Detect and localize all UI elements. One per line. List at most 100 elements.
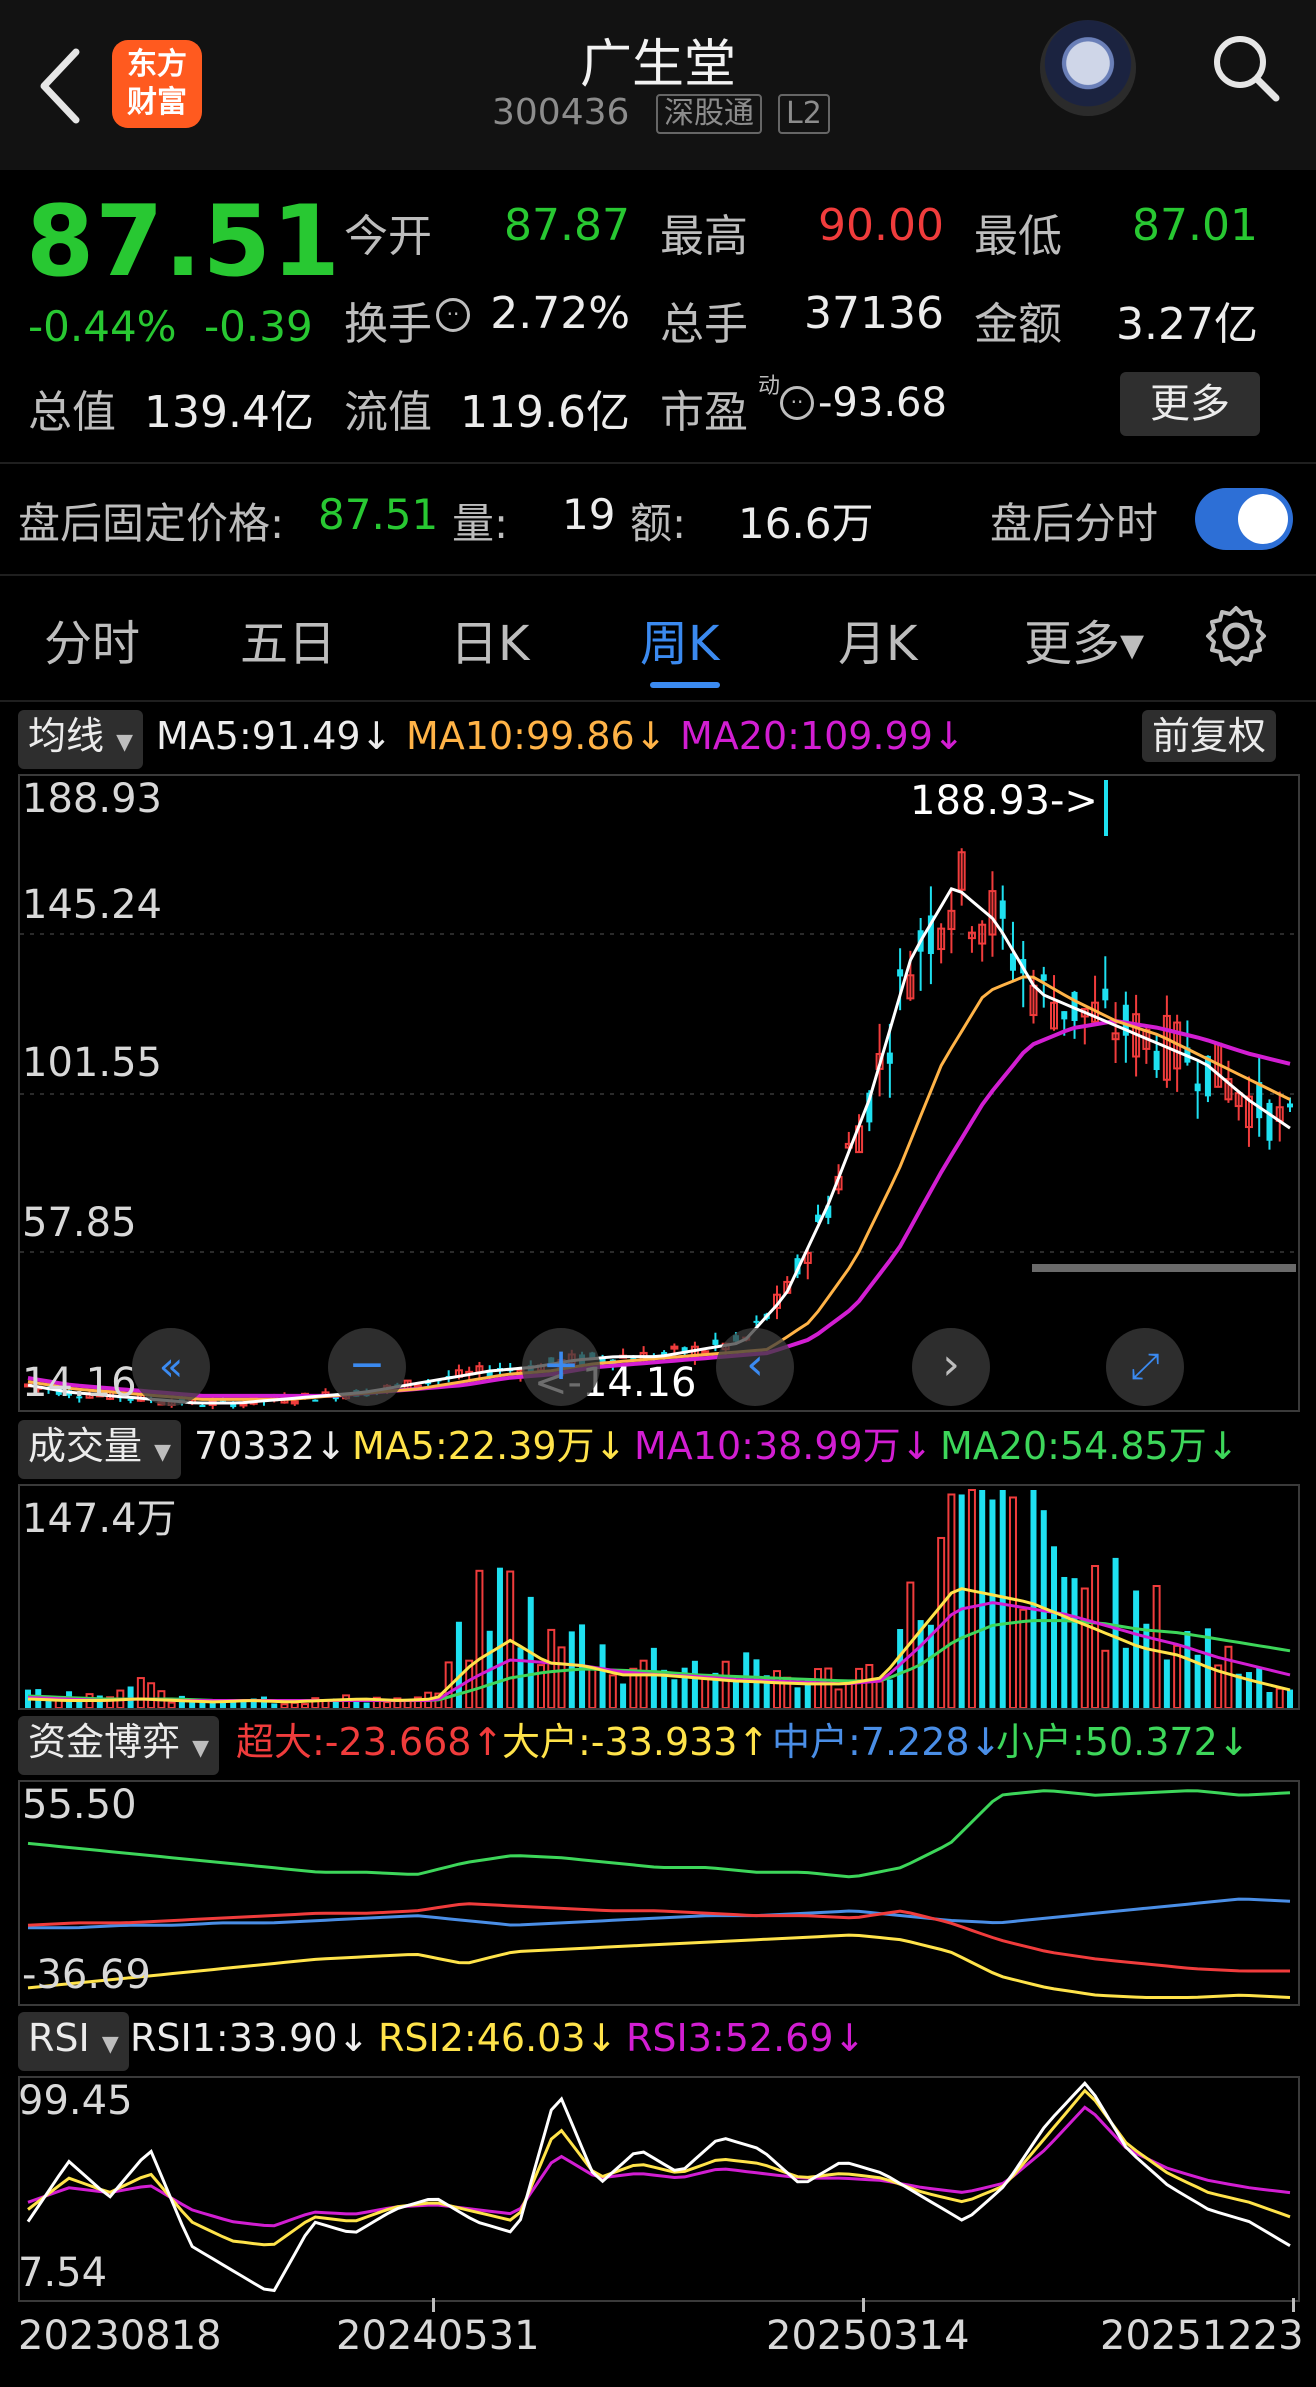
info-icon[interactable]: ·· (436, 298, 470, 332)
amount-value: 3.27亿 (1116, 299, 1258, 350)
tab-monthly-k[interactable]: 月K (838, 604, 917, 674)
fullscreen-icon[interactable]: ⤢ (1106, 1328, 1184, 1406)
candle-body (1287, 1103, 1293, 1108)
zoom-in-icon[interactable]: + (522, 1328, 600, 1406)
date-tick (432, 2298, 435, 2312)
candle-body (290, 1400, 299, 1405)
float-value: 119.6亿 (460, 387, 630, 438)
volume-ma5: MA5:22.39万↓ (352, 1424, 627, 1468)
date-tick (862, 2298, 865, 2312)
adjust-button[interactable]: 前复权 (1142, 710, 1277, 762)
volume-axis-top: 147.4万 (22, 1496, 177, 1542)
tab-more[interactable]: 更多▾ (1024, 604, 1144, 674)
volume-bar (814, 1668, 823, 1708)
scroll-left-icon[interactable]: ‹ (716, 1328, 794, 1406)
candle-body (670, 1345, 679, 1350)
volume-bar (967, 1489, 976, 1708)
rsi-axis-bottom: 7.54 (18, 2250, 108, 2296)
rsi-selector-button[interactable]: RSI ▼ (18, 2012, 129, 2071)
gear-icon[interactable] (1204, 604, 1268, 668)
rsi2-value: RSI2:46.03↓ (378, 2016, 618, 2060)
volume-bar (732, 1680, 739, 1708)
ma10-line (27, 975, 1291, 1401)
after-hours-vol: 19 (562, 490, 616, 539)
fund-mid-line (28, 1897, 1291, 1930)
search-icon[interactable] (1210, 32, 1282, 104)
price-axis-top: 188.93 (22, 776, 162, 822)
stock-code: 300436 (492, 92, 630, 133)
chevron-down-icon: ▼ (116, 730, 134, 755)
price-axis-4: 57.85 (22, 1200, 137, 1246)
tag-l2: L2 (778, 94, 830, 134)
change-amount: -0.39 (204, 302, 313, 351)
volume-bar (691, 1660, 698, 1708)
volume-bar (824, 1667, 833, 1708)
tab-five-day[interactable]: 五日 (240, 604, 336, 674)
volume-bar (1266, 1691, 1273, 1708)
volume-bar (1061, 1576, 1068, 1708)
open-value: 87.87 (504, 200, 630, 251)
tab-intraday[interactable]: 分时 (44, 604, 140, 674)
pe-dynamic-mark: 动 (758, 374, 781, 399)
high-label: 最高 (660, 211, 748, 262)
volume-bar (865, 1663, 874, 1708)
total-value: 139.4亿 (144, 387, 314, 438)
kline-chart[interactable] (18, 774, 1300, 1412)
rsi-chart[interactable] (18, 2076, 1300, 2302)
volume-bar (1030, 1490, 1037, 1708)
volume-bar (1122, 1647, 1129, 1708)
tab-weekly-k[interactable]: 周K (640, 604, 719, 674)
ma-selector-button[interactable]: 均线 ▼ (18, 710, 144, 769)
fund-chart[interactable] (18, 1780, 1300, 2006)
volume-selector-button[interactable]: 成交量 ▼ (18, 1420, 182, 1479)
ma10-value: MA10:99.86↓ (406, 714, 667, 758)
volume-bar (721, 1660, 730, 1708)
ma20-line (27, 1018, 1291, 1398)
volume-bar (167, 1701, 176, 1708)
scroll-right-icon[interactable]: › (912, 1328, 990, 1406)
candle-body (753, 1320, 760, 1323)
volume-bar (834, 1688, 843, 1708)
after-hours-toggle-label: 盘后分时 (990, 499, 1159, 548)
volume-bar (897, 1629, 904, 1708)
volume-bar (1101, 1649, 1110, 1708)
candle-body (1102, 988, 1109, 1001)
divider (0, 462, 1316, 464)
rewind-icon[interactable]: « (132, 1328, 210, 1406)
open-label: 今开 (344, 211, 432, 262)
volume-bar (620, 1683, 627, 1708)
rsi2-line (27, 2088, 1291, 2247)
volume-bar (1051, 1546, 1058, 1708)
fund-selector-button[interactable]: 资金博弈 ▼ (18, 1716, 220, 1775)
volume-bar (1152, 1585, 1161, 1708)
volume-bar (1019, 1608, 1028, 1708)
chevron-down-icon: ▼ (154, 1440, 172, 1465)
pe-value: -93.68 (818, 380, 947, 426)
candle-body (199, 1405, 206, 1408)
volume-bar (671, 1679, 678, 1708)
volume-chart[interactable] (18, 1484, 1300, 1710)
candles (24, 848, 1293, 1410)
volume-bar (290, 1701, 299, 1708)
more-quote-button[interactable]: 更多 (1120, 372, 1260, 436)
candle-body (1153, 1050, 1160, 1071)
volume-bar (496, 1567, 503, 1708)
volume-bar (794, 1687, 801, 1708)
pe-info-icon[interactable]: ·· (780, 386, 814, 420)
volume-bar (1256, 1667, 1263, 1708)
volume-bar (127, 1686, 134, 1708)
volume-ma10: MA10:38.99万↓ (634, 1424, 933, 1468)
volume-bar (1287, 1689, 1293, 1708)
fund-small-line (27, 1789, 1291, 1879)
tab-daily-k[interactable]: 日K (450, 604, 529, 674)
volume-bar (136, 1677, 145, 1708)
volume-value: 37136 (804, 288, 944, 339)
volume-ma5-line (27, 1587, 1291, 1704)
zoom-out-icon[interactable]: − (328, 1328, 406, 1406)
chevron-down-icon: ▼ (192, 1736, 210, 1761)
rsi-axis-top: 99.45 (18, 2078, 133, 2124)
volume-bar (999, 1490, 1006, 1708)
volume-bar (608, 1674, 617, 1708)
assistant-avatar-icon[interactable] (1040, 20, 1136, 116)
candle-body (999, 900, 1006, 919)
